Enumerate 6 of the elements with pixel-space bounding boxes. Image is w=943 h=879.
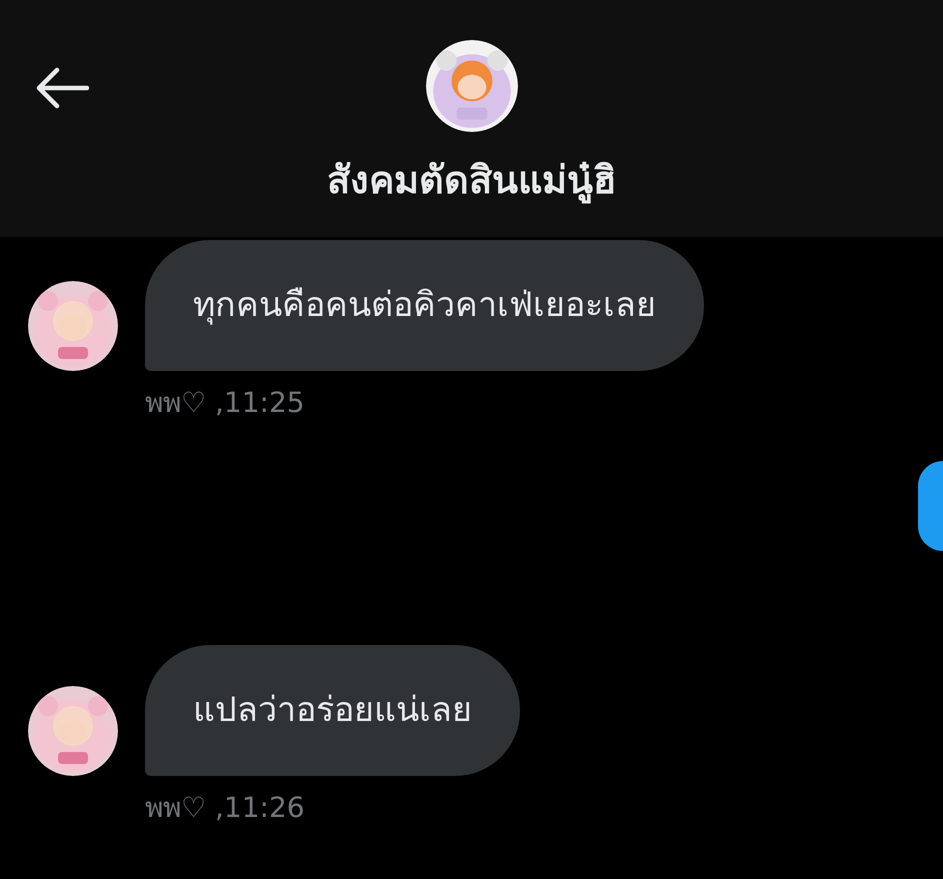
- message-meta: พพ♡ ,11:26: [145, 790, 306, 826]
- back-arrow-icon[interactable]: [35, 67, 89, 109]
- message-bubble: แปลว่าอร่อยแน่เลย: [145, 645, 520, 776]
- message-meta: พพ♡ ,11:25: [145, 385, 306, 421]
- chat-title: สังคมตัดสินแม่นู๋ฮิ: [327, 157, 616, 206]
- message-bubble: ทุกคนคือคนต่อคิวคาเฟ่เยอะเลย: [145, 240, 704, 371]
